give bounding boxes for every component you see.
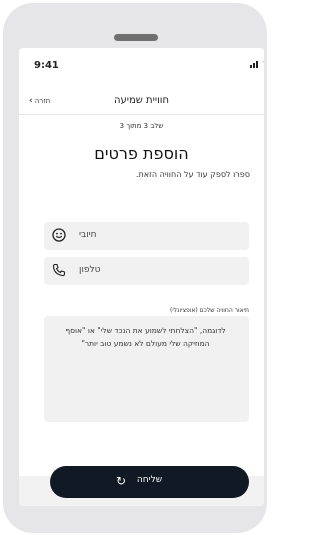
- signal-icon: [250, 65, 252, 68]
- signal-bar: [256, 61, 258, 68]
- status-time: 9:41: [34, 60, 59, 71]
- send-button[interactable]: ↻ שליחה: [50, 466, 249, 498]
- description-placeholder: לדוגמה, "הצלחתי לשמוע את הנכד שלי" או "א…: [65, 326, 226, 348]
- description-textarea[interactable]: לדוגמה, "הצלחתי לשמוע את הנכד שלי" או "א…: [44, 316, 249, 422]
- wifi-icon: [263, 61, 264, 63]
- feeling-field[interactable]: חיובי: [44, 222, 249, 250]
- smiley-icon: [52, 228, 66, 242]
- phone-screen: 9:41 ‹ חזרה חוויית שמיעה שלב 3 מתוך 3 הוס…: [19, 48, 264, 506]
- program-field[interactable]: טלפון: [44, 257, 249, 285]
- phone-speaker: [114, 34, 158, 41]
- nav-title: חוויית שמיעה: [113, 95, 170, 106]
- page-title: הוספת פרטים: [94, 144, 189, 163]
- step-indicator: שלב 3 מתוך 3: [119, 122, 164, 130]
- signal-bar: [253, 63, 255, 68]
- description-label: תיאור החוויה שלכם (אופציונלי): [170, 307, 249, 314]
- program-field-value: טלפון: [79, 265, 101, 275]
- nav-divider: [19, 114, 264, 115]
- send-button-label: שליחה: [136, 475, 163, 485]
- feeling-field-value: חיובי: [79, 230, 97, 240]
- page-subtitle: ספרו לספק עוד על החוויה הזאת.: [135, 170, 250, 179]
- phone-icon: [52, 263, 66, 277]
